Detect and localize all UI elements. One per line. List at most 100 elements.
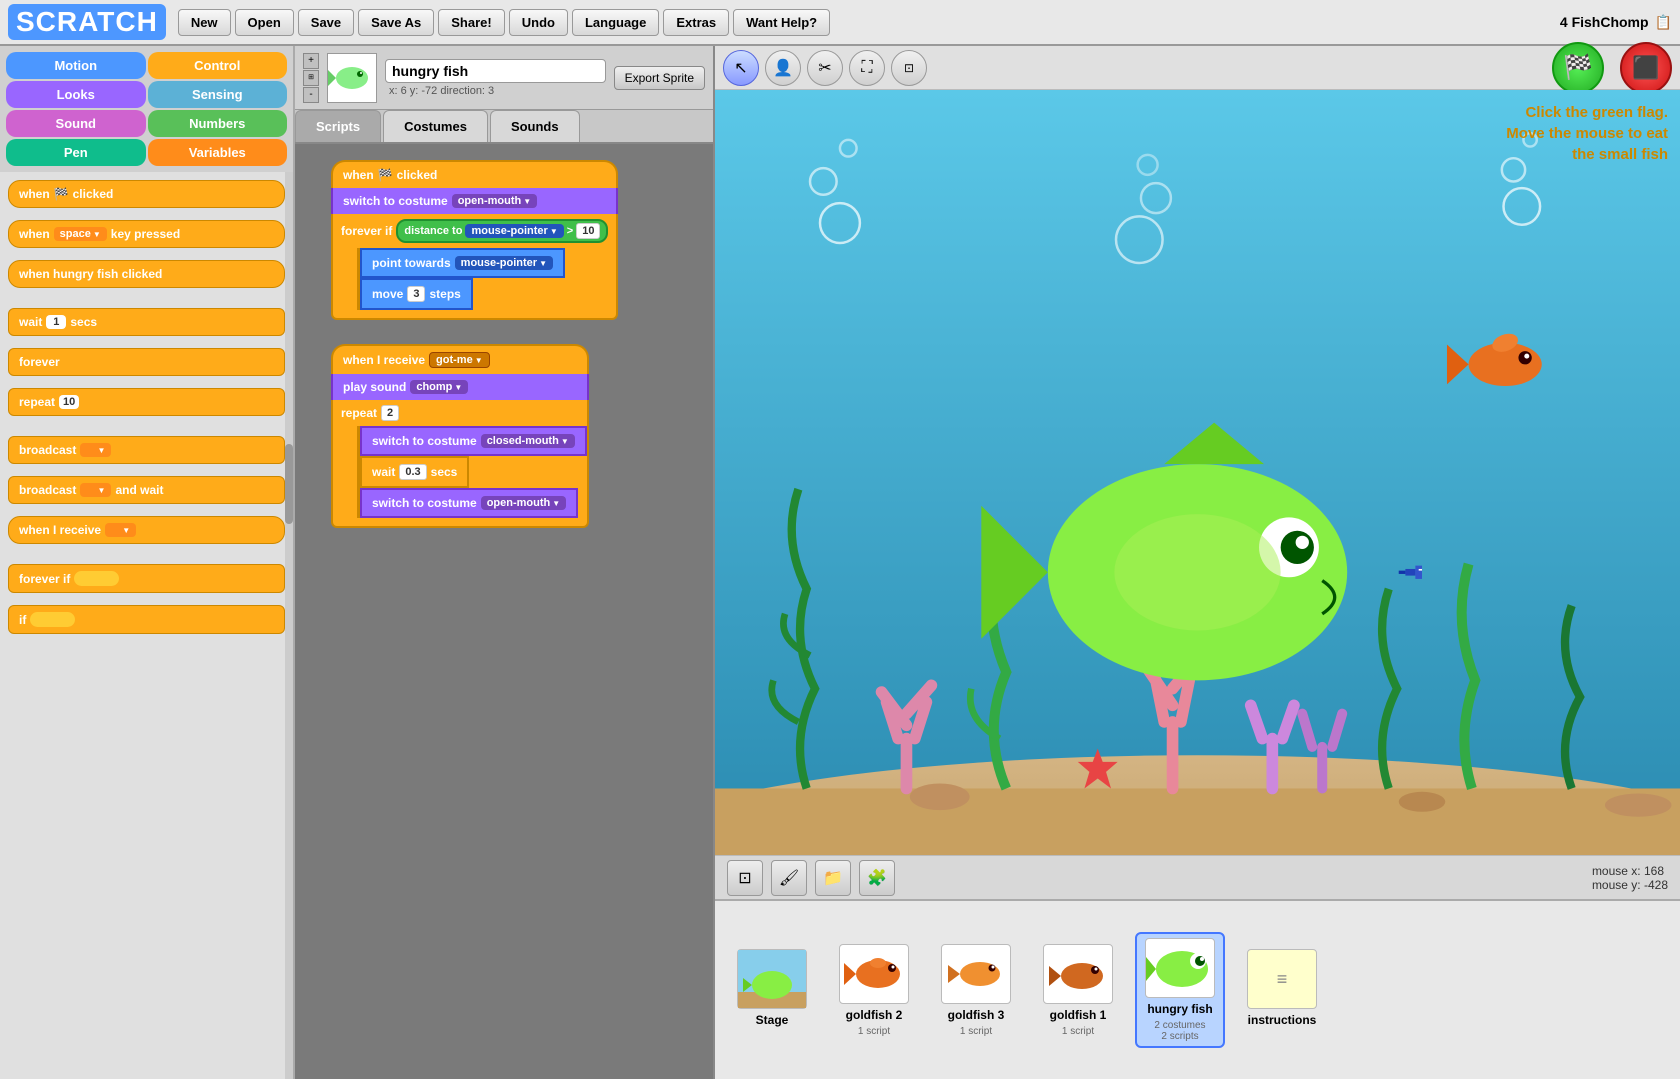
repeat2-input[interactable]: 2 [381, 405, 399, 421]
broadcast-dropdown[interactable] [80, 443, 111, 457]
stop-button[interactable]: ⬛ [1620, 42, 1672, 94]
hungry-fish-info: 2 costumes2 scripts [1154, 1020, 1205, 1042]
blocks-palette: when 🏁 clicked when space key pressed wh… [0, 172, 293, 1079]
block-forever[interactable]: forever [8, 348, 285, 376]
costume-closed-dropdown[interactable]: closed-mouth [481, 434, 575, 448]
cat-variables[interactable]: Variables [148, 139, 288, 166]
receive-dropdown[interactable] [105, 523, 136, 537]
cat-motion[interactable]: Motion [6, 52, 146, 79]
sprite-btn[interactable]: 🧩 [859, 860, 895, 896]
flag-stop-area: 🏁 ⬛ [1552, 42, 1672, 94]
sprite-instructions[interactable]: ≡ instructions [1237, 945, 1327, 1035]
sprite-stage[interactable]: Stage [727, 945, 817, 1035]
block-switch-closed[interactable]: switch to costume closed-mouth [360, 426, 587, 456]
block-when-flag[interactable]: when 🏁 clicked [8, 180, 285, 208]
block-forever-if-s1[interactable]: forever if distance to mouse-pointer > 1… [331, 214, 618, 320]
scissors-tool[interactable]: ✂ [807, 50, 843, 86]
block-broadcast[interactable]: broadcast [8, 436, 285, 464]
stamp-tool[interactable]: 👤 [765, 50, 801, 86]
share-button[interactable]: Share! [438, 9, 504, 36]
key-dropdown[interactable]: space [54, 227, 107, 241]
block-wait[interactable]: wait 1 secs [8, 308, 285, 336]
cat-pen[interactable]: Pen [6, 139, 146, 166]
select-tool[interactable]: ↖ [723, 50, 759, 86]
language-button[interactable]: Language [572, 9, 659, 36]
block-switch-costume-s1[interactable]: switch to costume open-mouth [331, 188, 618, 214]
tab-costumes[interactable]: Costumes [383, 110, 488, 142]
block-repeat[interactable]: repeat 10 [8, 388, 285, 416]
block-when-receive[interactable]: when I receive [8, 516, 285, 544]
costume-open-dropdown[interactable]: open-mouth [452, 194, 537, 208]
wait-input[interactable]: 1 [46, 315, 66, 329]
sprite-hungry-fish[interactable]: hungry fish 2 costumes2 scripts [1135, 932, 1225, 1048]
block-point-towards[interactable]: point towards mouse-pointer [360, 248, 565, 278]
stage-btn-1[interactable]: ⊡ [727, 860, 763, 896]
distance-val[interactable]: 10 [576, 223, 600, 239]
block-when-clicked[interactable]: when hungry fish clicked [8, 260, 285, 288]
zoom-fit-btn[interactable]: ⊞ [303, 70, 319, 86]
tab-scripts[interactable]: Scripts [295, 110, 381, 142]
stage-toolbar: ↖ 👤 ✂ ⛶ ⊡ 🏁 ⬛ [715, 46, 1680, 90]
open-button[interactable]: Open [235, 9, 294, 36]
goldfish2-label: goldfish 2 [846, 1008, 903, 1022]
extras-button[interactable]: Extras [663, 9, 729, 36]
save-button[interactable]: Save [298, 9, 354, 36]
stage-thumbnail [737, 949, 807, 1009]
cat-numbers[interactable]: Numbers [148, 110, 288, 137]
zoom-in-btn[interactable]: + [303, 53, 319, 69]
block-move-steps[interactable]: move 3 steps [360, 278, 473, 310]
block-play-sound[interactable]: play sound chomp [331, 374, 589, 400]
goldfish2-info: 1 script [858, 1026, 890, 1037]
block-wait-s2[interactable]: wait 0.3 secs [360, 456, 469, 488]
sprite-goldfish1[interactable]: goldfish 1 1 script [1033, 940, 1123, 1041]
block-if[interactable]: if [8, 605, 285, 634]
broadcast-wait-dropdown[interactable] [80, 483, 111, 497]
new-button[interactable]: New [178, 9, 231, 36]
distance-dropdown[interactable]: mouse-pointer [465, 224, 563, 238]
sprite-coords: x: 6 y: -72 direction: 3 [385, 85, 606, 97]
folder-btn[interactable]: 📁 [815, 860, 851, 896]
green-flag-button[interactable]: 🏁 [1552, 42, 1604, 94]
block-when-receive-s2[interactable]: when I receive got-me [331, 344, 589, 374]
block-forever-if[interactable]: forever if [8, 564, 285, 593]
stage-instruction: Click the green flag.Move the mouse to e… [1506, 102, 1668, 165]
block-repeat-s2[interactable]: repeat 2 switch to costume closed-mouth … [331, 400, 589, 528]
help-button[interactable]: Want Help? [733, 9, 830, 36]
move-input[interactable]: 3 [407, 286, 425, 302]
sprite-goldfish3[interactable]: goldfish 3 1 script [931, 940, 1021, 1041]
cat-control[interactable]: Control [148, 52, 288, 79]
stage-svg [715, 90, 1680, 855]
script-canvas: when 🏁 clicked switch to costume open-mo… [295, 144, 713, 1079]
sound-chomp-dropdown[interactable]: chomp [410, 380, 468, 394]
scrollbar-thumb[interactable] [285, 444, 293, 524]
costume-open2-dropdown[interactable]: open-mouth [481, 496, 566, 510]
sprite-name[interactable]: hungry fish [385, 59, 606, 83]
sprite-goldfish2[interactable]: goldfish 2 1 script [829, 940, 919, 1041]
scrollbar[interactable] [285, 172, 293, 1079]
instructions-thumbnail: ≡ [1247, 949, 1317, 1009]
block-switch-open[interactable]: switch to costume open-mouth [360, 488, 578, 518]
shrink-tool[interactable]: ⊡ [891, 50, 927, 86]
repeat-input[interactable]: 10 [59, 395, 79, 409]
expand-tool[interactable]: ⛶ [849, 50, 885, 86]
towards-dropdown[interactable]: mouse-pointer [455, 256, 553, 270]
receive-got-me-dropdown[interactable]: got-me [429, 352, 490, 368]
export-sprite-button[interactable]: Export Sprite [614, 66, 705, 90]
stage-label: Stage [756, 1013, 789, 1027]
save-as-button[interactable]: Save As [358, 9, 434, 36]
block-when-key[interactable]: when space key pressed [8, 220, 285, 248]
cat-looks[interactable]: Looks [6, 81, 146, 108]
cat-sound[interactable]: Sound [6, 110, 146, 137]
stage-panel: ↖ 👤 ✂ ⛶ ⊡ 🏁 ⬛ [715, 46, 1680, 1079]
tab-sounds[interactable]: Sounds [490, 110, 580, 142]
wait-s2-input[interactable]: 0.3 [399, 464, 426, 480]
paint-brush-btn[interactable]: 🖌 [771, 860, 807, 896]
stage-bottom-toolbar: ⊡ 🖌 📁 🧩 mouse x: 168 mouse y: -428 [715, 855, 1680, 899]
cat-sensing[interactable]: Sensing [148, 81, 288, 108]
block-broadcast-wait[interactable]: broadcast and wait [8, 476, 285, 504]
blocks-panel: Motion Control Looks Sensing Sound Numbe… [0, 46, 295, 1079]
stage-canvas[interactable]: Click the green flag.Move the mouse to e… [715, 90, 1680, 855]
zoom-out-btn[interactable]: - [303, 87, 319, 103]
undo-button[interactable]: Undo [509, 9, 568, 36]
block-when-flag-s1[interactable]: when 🏁 clicked [331, 160, 618, 188]
